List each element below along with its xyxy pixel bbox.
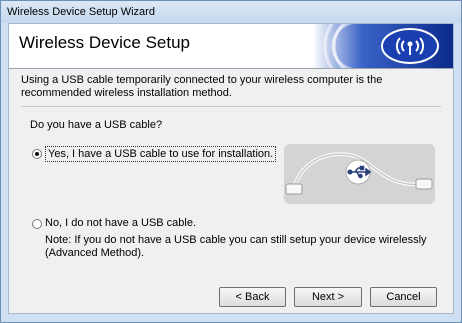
page-title: Wireless Device Setup xyxy=(19,33,191,52)
wizard-content: Wireless Device Setup Using a USB cable … xyxy=(8,23,454,314)
question-label: Do you have a USB cable? xyxy=(30,119,163,131)
section-divider xyxy=(21,106,441,107)
window-title: Wireless Device Setup Wizard xyxy=(7,6,155,18)
usb-no-label[interactable]: No, I do not have a USB cable. xyxy=(45,217,196,229)
wizard-window: Wireless Device Setup Wizard Wireless De… xyxy=(0,0,462,323)
usb-yes-radio[interactable] xyxy=(32,149,42,159)
title-bar[interactable]: Wireless Device Setup Wizard xyxy=(1,1,461,23)
wireless-signal-icon xyxy=(313,24,453,68)
banner-divider xyxy=(9,68,453,69)
next-button[interactable]: Next > xyxy=(294,287,362,307)
intro-text: Using a USB cable temporarily connected … xyxy=(21,74,383,99)
usb-no-radio[interactable] xyxy=(32,219,42,229)
usb-cable-icon xyxy=(285,152,433,195)
back-button[interactable]: < Back xyxy=(219,287,286,307)
note-text: Note: If you do not have a USB cable you… xyxy=(45,234,427,259)
usb-yes-label[interactable]: Yes, I have a USB cable to use for insta… xyxy=(45,146,277,162)
usb-cable-illustration xyxy=(284,144,435,204)
header-banner: Wireless Device Setup xyxy=(9,24,453,68)
cancel-button[interactable]: Cancel xyxy=(370,287,437,307)
